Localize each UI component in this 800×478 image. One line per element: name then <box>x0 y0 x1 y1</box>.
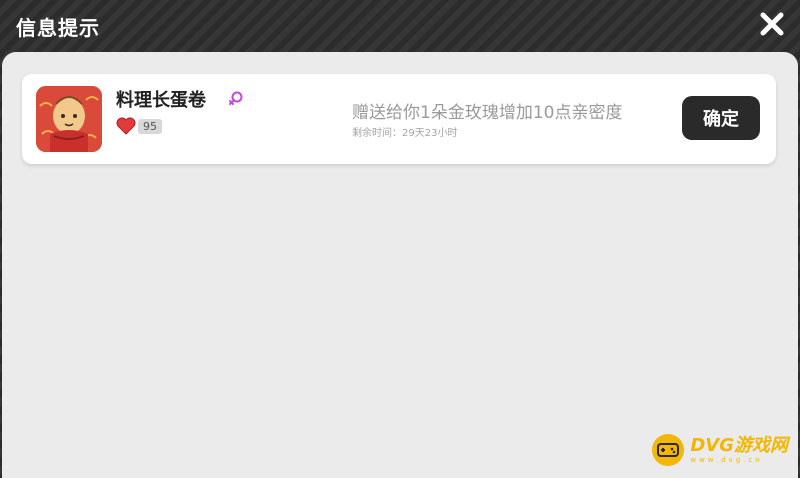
message-text: 赠送给你1朵金玫瑰增加10点亲密度 <box>352 103 623 123</box>
gamepad-logo-icon <box>652 434 685 466</box>
close-icon <box>760 12 784 36</box>
message-card: 料理长蛋卷 95 赠送给你1朵金玫瑰增加10点亲密度 剩余时间：29天23小时 … <box>22 74 776 164</box>
remaining-time: 剩余时间：29天23小时 <box>352 128 458 139</box>
confirm-button[interactable]: 确定 <box>682 96 760 140</box>
watermark: DVG游戏网 www.dvg.cn <box>652 434 788 466</box>
title-bar: 信息提示 <box>0 0 800 52</box>
info-dialog: 信息提示 料理长蛋卷 95 赠送给你1朵金玫瑰增加10点亲密度 剩余时间：29天… <box>0 0 800 478</box>
chef-character-avatar-icon <box>36 86 102 152</box>
female-symbol-icon <box>229 91 243 105</box>
message-panel: 料理长蛋卷 95 赠送给你1朵金玫瑰增加10点亲密度 剩余时间：29天23小时 … <box>2 52 798 478</box>
watermark-title: DVG游戏网 <box>690 434 788 456</box>
affinity-badge: 95 <box>116 116 162 136</box>
sender-name: 料理长蛋卷 <box>116 90 206 111</box>
affinity-value: 95 <box>138 118 162 134</box>
heart-icon <box>116 117 136 135</box>
dialog-title: 信息提示 <box>16 16 100 40</box>
close-button[interactable] <box>758 10 786 38</box>
avatar[interactable] <box>36 86 102 152</box>
watermark-url: www.dvg.cn <box>690 455 763 464</box>
